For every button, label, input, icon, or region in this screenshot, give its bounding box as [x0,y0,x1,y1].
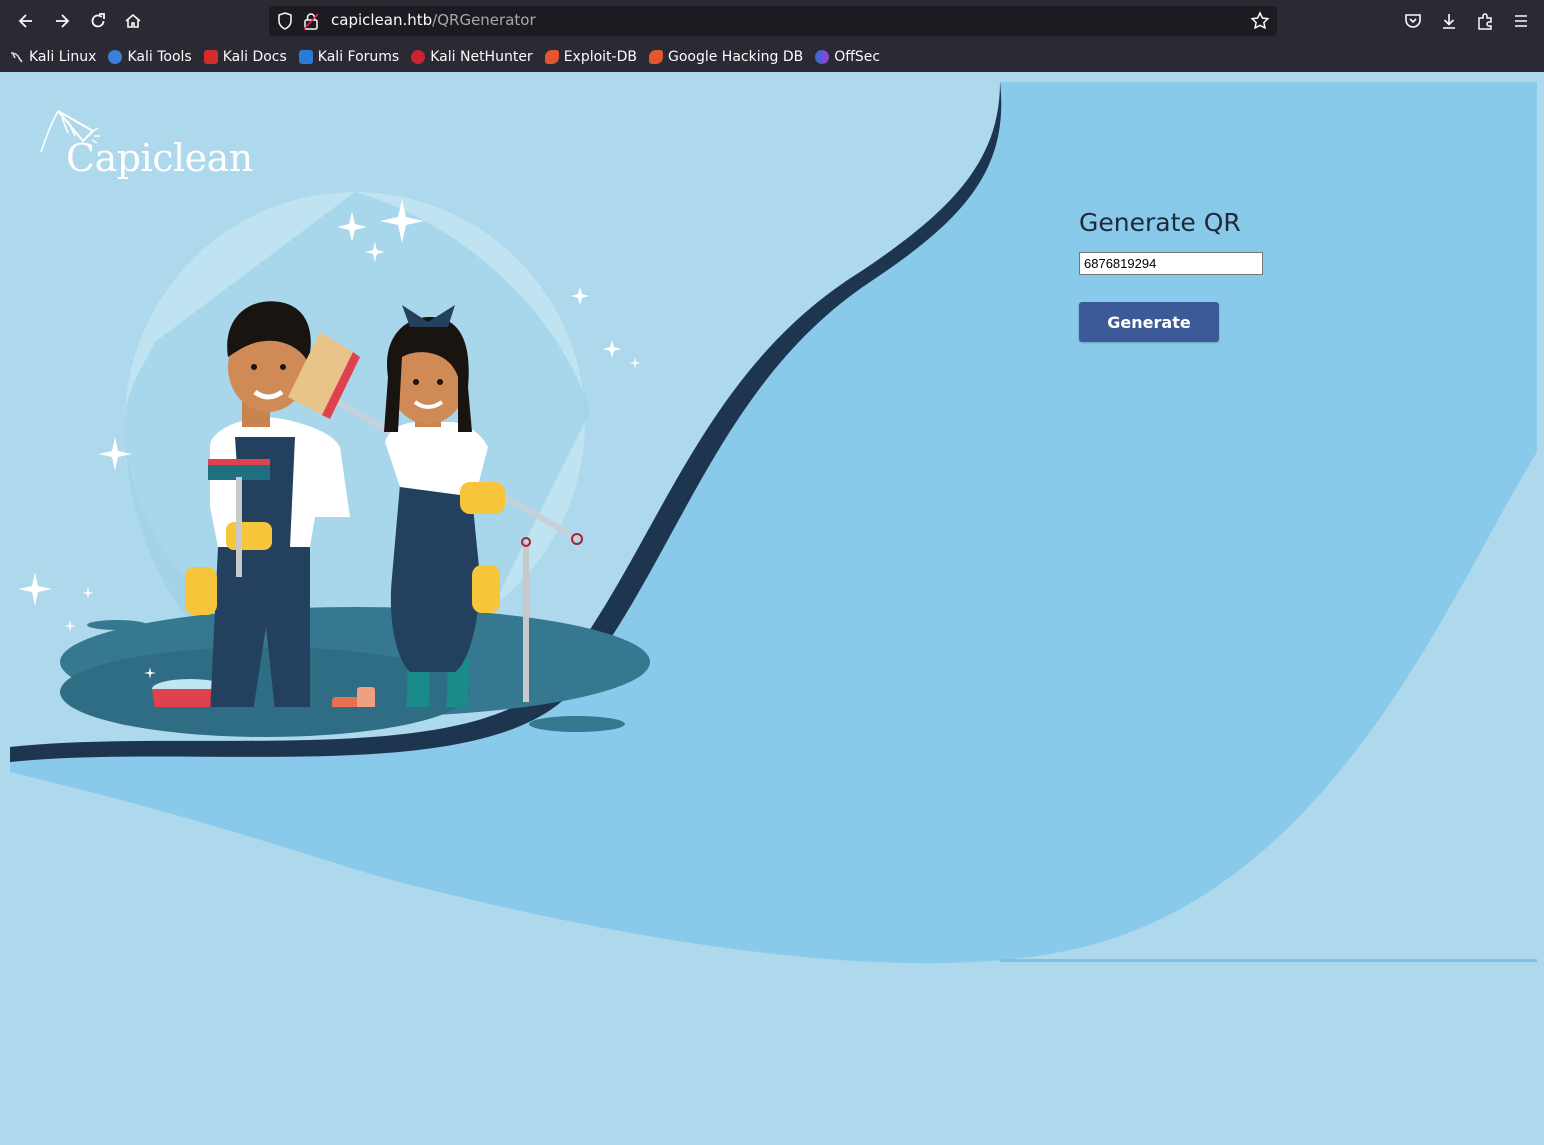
kali-docs-icon [203,50,218,64]
extensions-button[interactable] [1473,9,1497,33]
bookmark-label: Exploit-DB [563,49,637,65]
forward-button[interactable] [50,9,74,33]
bookmark-label: Kali Forums [317,49,400,65]
bookmark-kali-forums[interactable]: Kali Forums [298,46,400,68]
form-title: Generate QR [1079,208,1241,237]
kali-dragon-icon [10,50,24,64]
cleaning-bottles [332,687,375,707]
address-bar[interactable]: capiclean.htb/QRGenerator [269,6,1277,36]
bookmark-label: Kali Docs [222,49,287,65]
floor-brush [521,537,531,702]
bookmark-label: Google Hacking DB [667,49,804,65]
bookmark-star-icon[interactable] [1250,11,1270,31]
back-button[interactable] [14,9,38,33]
bookmark-kali-nethunter[interactable]: Kali NetHunter [411,46,533,68]
bookmark-offsec[interactable]: OffSec [815,46,880,68]
bookmark-exploit-db[interactable]: Exploit-DB [544,46,637,68]
bookmark-label: Kali Linux [29,49,97,65]
bookmark-label: OffSec [834,49,881,65]
download-icon [1443,14,1455,29]
hamburger-menu-icon [1515,15,1527,27]
exploit-db-icon [544,50,559,64]
page-content: Capiclean Generate QR 6876819294 Generat… [0,72,1544,1145]
bookmark-kali-docs[interactable]: Kali Docs [203,46,287,68]
home-icon [125,13,141,28]
back-arrow-icon [18,14,32,28]
pocket-icon [1405,14,1421,28]
reload-button[interactable] [86,9,110,33]
offsec-icon [815,50,830,64]
url-text[interactable]: capiclean.htb/QRGenerator [331,11,536,29]
qr-text-input[interactable] [1079,252,1263,275]
kali-forums-icon [298,50,313,64]
tracking-shield-icon[interactable] [277,12,293,30]
insecure-lock-icon[interactable] [303,12,319,30]
bookmark-label: Kali NetHunter [430,49,533,65]
url-host: capiclean.htb [331,11,433,29]
reload-icon [91,13,105,28]
kali-nethunter-icon [411,50,426,64]
menu-button[interactable] [1509,9,1533,33]
browser-toolbar: capiclean.htb/QRGenerator Kali Linux Kal… [0,0,1544,72]
ghdb-icon [648,50,663,64]
bookmarks-toolbar: Kali Linux Kali Tools Kali Docs Kali For… [10,46,892,68]
logo-text: Capiclean [66,136,253,180]
woman-cleaner [384,305,505,707]
forward-arrow-icon [56,14,70,28]
bookmark-label: Kali Tools [127,49,192,65]
downloads-button[interactable] [1437,9,1461,33]
bookmark-kali-tools[interactable]: Kali Tools [108,46,192,68]
cleaners-illustration [18,199,641,707]
puzzle-icon [1478,13,1492,30]
generate-button[interactable]: Generate [1079,302,1219,342]
pocket-button[interactable] [1401,9,1425,33]
bookmark-kali-linux[interactable]: Kali Linux [10,46,96,68]
home-button[interactable] [121,9,145,33]
bookmark-google-hacking-db[interactable]: Google Hacking DB [648,46,804,68]
url-path: /QRGenerator [432,11,536,29]
kali-tools-icon [108,50,123,64]
